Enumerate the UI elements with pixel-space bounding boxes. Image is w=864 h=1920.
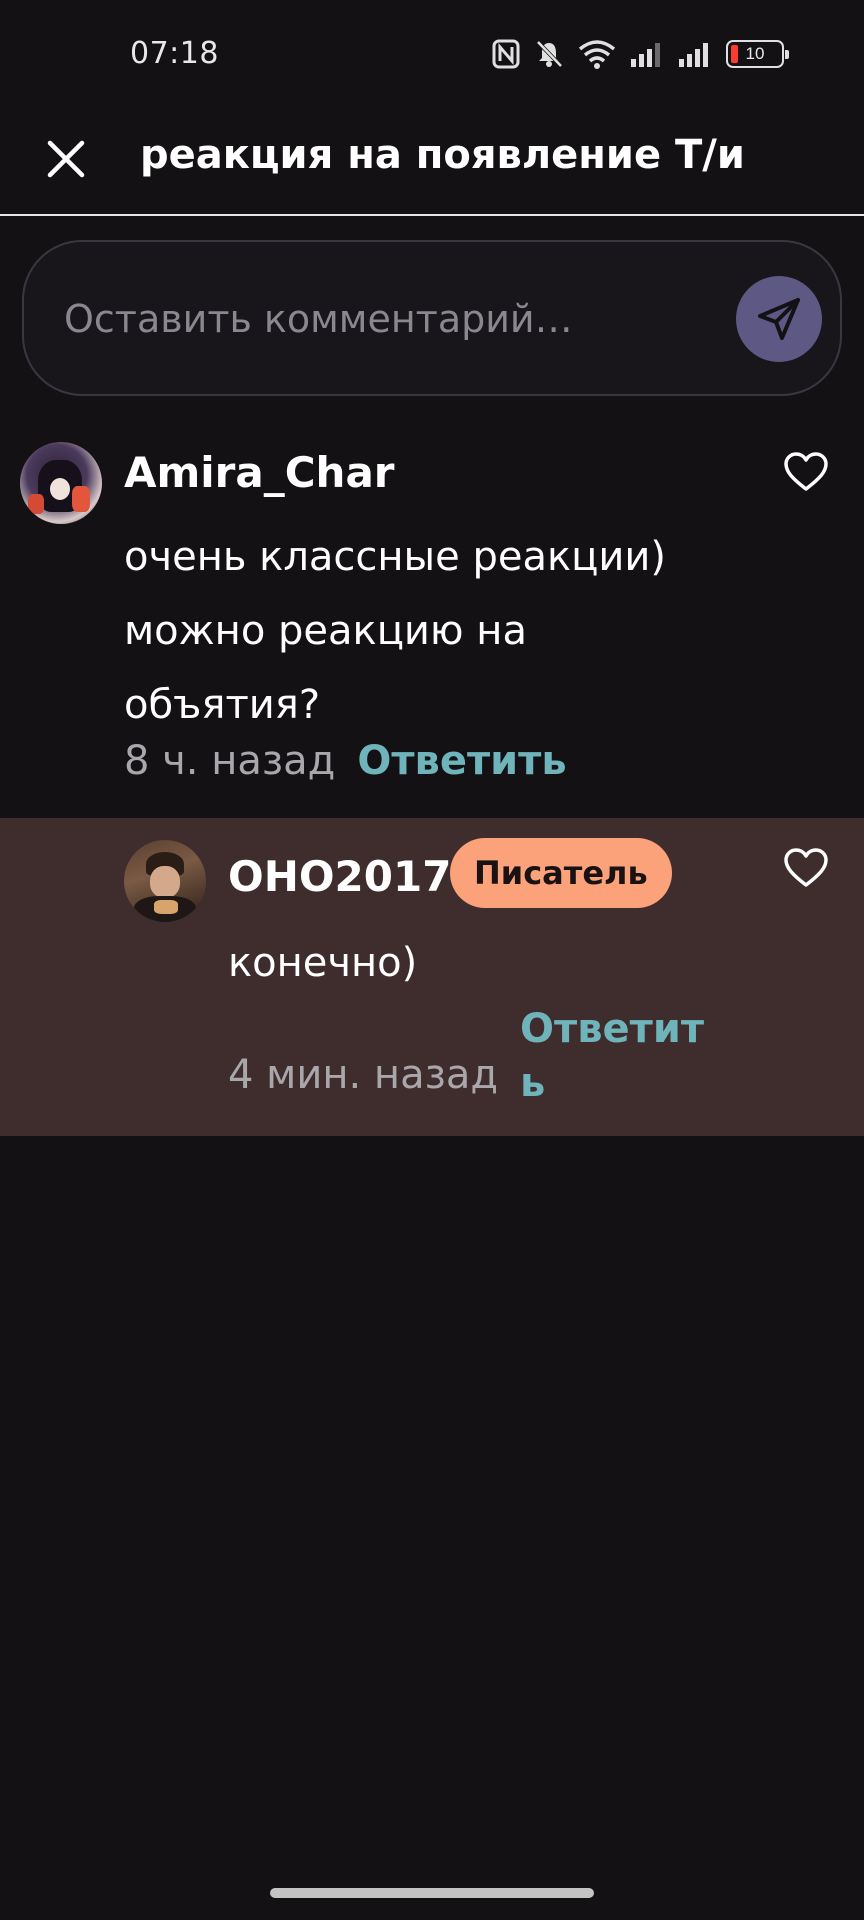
nfc-icon bbox=[492, 39, 520, 69]
page-title: реакция на появление Т/и bbox=[140, 132, 745, 178]
status-icons: 10 bbox=[492, 36, 789, 72]
signal-icon bbox=[630, 39, 664, 69]
signal-icon bbox=[678, 39, 712, 69]
reply-time: 4 мин. назад bbox=[228, 1052, 499, 1098]
close-icon bbox=[47, 140, 85, 178]
author-badge: Писатель bbox=[450, 838, 672, 908]
reply-meta: 4 мин. назад Ответить bbox=[228, 1002, 710, 1110]
reply-item: OHO2017 Писатель конечно) 4 мин. назад О… bbox=[0, 818, 864, 1136]
reply-username[interactable]: OHO2017 bbox=[228, 852, 451, 901]
send-button[interactable] bbox=[736, 276, 822, 362]
send-icon bbox=[758, 298, 800, 340]
avatar[interactable] bbox=[124, 840, 206, 922]
bell-muted-icon bbox=[534, 39, 564, 69]
like-button[interactable] bbox=[778, 840, 834, 896]
battery-icon: 10 bbox=[726, 40, 789, 68]
heart-icon bbox=[784, 848, 828, 887]
comment-composer bbox=[22, 240, 842, 396]
comments-screen: 07:18 10 реакция на появление Т/и Остави… bbox=[0, 0, 864, 1920]
home-indicator[interactable] bbox=[270, 1888, 594, 1898]
comment-meta: 8 ч. назад Ответить bbox=[124, 738, 567, 784]
battery-level: 10 bbox=[745, 44, 765, 63]
reply-button[interactable]: Ответить bbox=[357, 738, 566, 784]
wifi-icon bbox=[578, 39, 616, 69]
comment-username[interactable]: Amira_Char bbox=[124, 448, 395, 497]
comment-text: очень классные реакции) можно реакцию на… bbox=[124, 534, 666, 728]
close-button[interactable] bbox=[38, 131, 94, 187]
comment-input[interactable] bbox=[64, 282, 724, 356]
like-button[interactable] bbox=[778, 444, 834, 500]
status-time: 07:18 bbox=[130, 36, 219, 71]
heart-icon bbox=[784, 452, 828, 491]
comment-item: Amira_Char очень классные реакции) можно… bbox=[0, 420, 864, 820]
avatar[interactable] bbox=[20, 442, 102, 524]
comment-time: 8 ч. назад bbox=[124, 738, 336, 784]
reply-button[interactable]: Ответить bbox=[520, 1002, 710, 1110]
reply-text: конечно) bbox=[228, 940, 418, 986]
status-bar: 07:18 10 bbox=[0, 0, 864, 110]
top-bar: реакция на появление Т/и bbox=[0, 110, 864, 216]
